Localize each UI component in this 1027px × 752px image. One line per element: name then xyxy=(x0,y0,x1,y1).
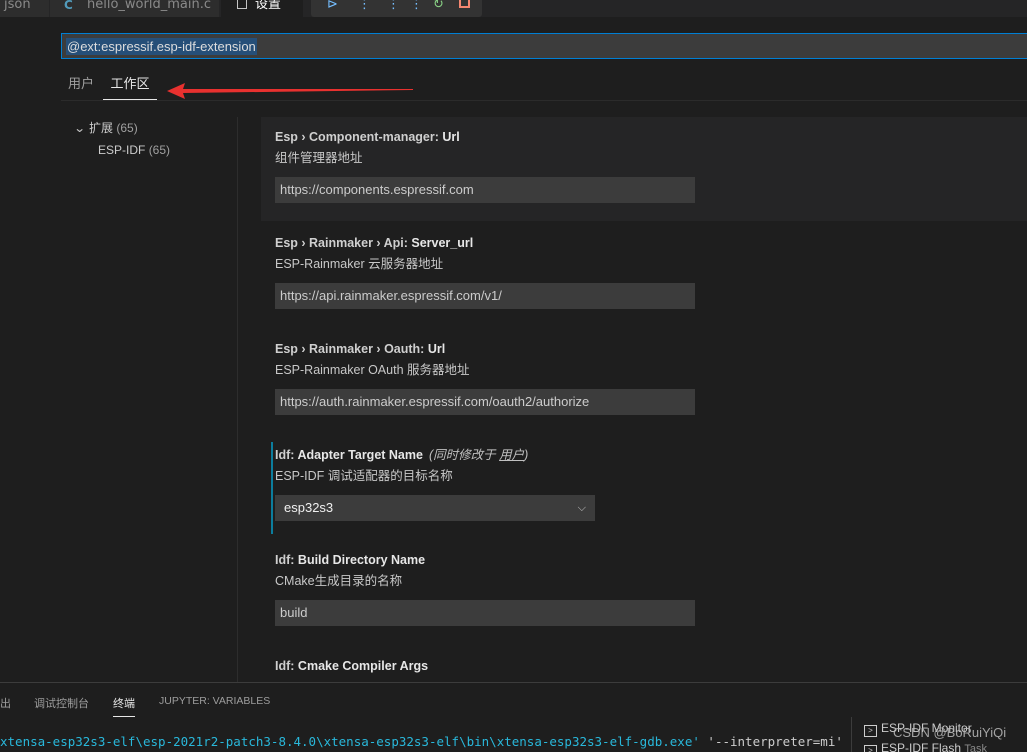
tab-workspace-settings[interactable]: 工作区 xyxy=(103,76,157,100)
continue-icon[interactable]: ⊳ xyxy=(327,0,338,11)
search-query: @ext:espressif.esp-idf-extension xyxy=(66,38,257,55)
setting-key: Adapter Target Name xyxy=(297,448,423,462)
tab-json-label: json xyxy=(4,0,31,12)
tab-hello-world-main[interactable]: C hello_world_main.c xyxy=(50,0,220,17)
panel-tab-debug-console[interactable]: 调试控制台 xyxy=(34,695,89,711)
setting-description: CMake生成目录的名称 xyxy=(275,574,403,588)
step-out-icon[interactable]: ⋮ xyxy=(410,0,423,11)
chevron-down-icon: ⌵ xyxy=(577,502,586,514)
rainmaker-server-url-input[interactable]: https://api.rainmaker.espressif.com/v1/ xyxy=(275,283,695,309)
terminal-arg: '--interpreter=mi' xyxy=(699,734,843,749)
setting-key: Url xyxy=(427,342,446,356)
setting-adapter-target-name: Idf: Adapter Target Name (同时修改于 用户) ESP-I… xyxy=(261,442,1027,538)
step-over-icon[interactable]: ⋮ xyxy=(358,0,371,11)
setting-title: Esp › Rainmaker › Oauth: Url xyxy=(275,341,445,357)
setting-category: Esp › Component-manager: xyxy=(275,130,443,144)
toc-esp-idf-label: ESP-IDF xyxy=(98,143,146,157)
setting-title: Idf: Build Directory Name xyxy=(275,552,425,568)
setting-category: Esp › Rainmaker › Api: xyxy=(275,236,412,250)
tab-user-settings[interactable]: 用户 xyxy=(68,76,94,100)
tab-hello-world-label: hello_world_main.c xyxy=(87,0,211,12)
terminal-icon: > xyxy=(864,725,877,737)
setting-description: ESP-IDF 调试适配器的目标名称 xyxy=(275,469,453,483)
adapter-target-select[interactable]: esp32s3 ⌵ xyxy=(275,495,595,521)
tab-settings[interactable]: 设置 xyxy=(221,0,303,17)
terminal-item-flash[interactable]: > ESP-IDF Flash Task xyxy=(864,741,987,752)
tab-settings-label: 设置 xyxy=(255,0,282,12)
modified-elsewhere-note: (同时修改于 用户) xyxy=(429,448,528,462)
toc-esp-idf-count: (65) xyxy=(148,143,171,157)
setting-cmake-compiler-args: Idf: Cmake Compiler Args xyxy=(261,646,1027,682)
restart-icon[interactable]: ↻ xyxy=(433,0,444,11)
build-directory-input[interactable]: build xyxy=(275,600,695,626)
setting-key: Build Directory Name xyxy=(297,553,426,567)
modified-in-user-link[interactable]: 用户 xyxy=(499,448,524,462)
toc-extensions[interactable]: ⌄ 扩展 (65) xyxy=(73,120,138,136)
panel-tab-output[interactable]: 出 xyxy=(0,695,11,711)
setting-description: ESP-Rainmaker OAuth 服务器地址 xyxy=(275,363,470,377)
setting-title: Esp › Rainmaker › Api: Server_url xyxy=(275,235,473,251)
scope-divider xyxy=(61,100,1027,101)
annotation-arrow-icon xyxy=(167,83,413,99)
chevron-down-icon: ⌄ xyxy=(73,121,86,135)
settings-file-icon xyxy=(237,0,247,9)
stop-icon[interactable] xyxy=(459,0,470,8)
tab-json-file[interactable]: json xyxy=(0,0,50,17)
setting-key: Cmake Compiler Args xyxy=(297,659,429,673)
setting-component-manager-url: Esp › Component-manager: Url 组件管理器地址 htt… xyxy=(261,117,1027,221)
setting-category: Idf: xyxy=(275,553,298,567)
terminal-item-sub: Task xyxy=(964,743,987,752)
toc-extensions-count: (65) xyxy=(116,121,138,135)
terminal-output-line: xtensa-esp32s3-elf\esp-2021r2-patch3-8.4… xyxy=(0,734,843,749)
editor-tab-bar: json C hello_world_main.c 设置 xyxy=(0,0,1027,17)
terminal-item-label: ESP-IDF Flash xyxy=(881,741,962,752)
panel-tab-terminal[interactable]: 终端 xyxy=(113,695,135,717)
setting-category: Idf: xyxy=(275,659,298,673)
panel-tab-jupyter-variables[interactable]: JUPYTER: VARIABLES xyxy=(159,695,270,707)
modified-note-prefix: (同时修改于 xyxy=(428,448,500,462)
setting-build-directory-name: Idf: Build Directory Name CMake生成目录的名称 b… xyxy=(261,540,1027,644)
setting-key: Server_url xyxy=(411,236,474,250)
setting-title: Idf: Adapter Target Name (同时修改于 用户) xyxy=(275,447,528,463)
rainmaker-oauth-url-input[interactable]: https://auth.rainmaker.espressif.com/oau… xyxy=(275,389,695,415)
terminal-icon: > xyxy=(864,745,877,752)
setting-rainmaker-api-server-url: Esp › Rainmaker › Api: Server_url ESP-Ra… xyxy=(261,223,1027,327)
watermark: CSDN @BoRuiYiQi xyxy=(893,725,1007,740)
toc-esp-idf[interactable]: ESP-IDF (65) xyxy=(98,142,170,158)
bottom-panel: 出 调试控制台 终端 JUPYTER: VARIABLES xtensa-esp… xyxy=(0,682,1027,752)
debug-toolbar: ⊳ ⋮ ⋮ ⋮ ↻ xyxy=(311,0,482,17)
modified-note-suffix: ) xyxy=(524,448,529,462)
setting-key: Url xyxy=(442,130,460,144)
step-into-icon[interactable]: ⋮ xyxy=(387,0,400,11)
setting-description: ESP-Rainmaker 云服务器地址 xyxy=(275,257,444,271)
setting-description: 组件管理器地址 xyxy=(275,151,363,165)
setting-category: Esp › Rainmaker › Oauth: xyxy=(275,342,428,356)
c-file-icon: C xyxy=(64,0,73,12)
adapter-target-value: esp32s3 xyxy=(284,500,334,515)
setting-title: Esp › Component-manager: Url xyxy=(275,129,460,145)
settings-search-input[interactable]: @ext:espressif.esp-idf-extension xyxy=(61,33,1027,59)
toc-divider xyxy=(237,117,238,682)
setting-category: Idf: xyxy=(275,448,298,462)
setting-rainmaker-oauth-url: Esp › Rainmaker › Oauth: Url ESP-Rainmak… xyxy=(261,329,1027,433)
setting-title: Idf: Cmake Compiler Args xyxy=(275,658,428,674)
component-manager-url-input[interactable]: https://components.espressif.com xyxy=(275,177,695,203)
terminal-path: xtensa-esp32s3-elf\esp-2021r2-patch3-8.4… xyxy=(0,734,700,749)
toc-extensions-label: 扩展 xyxy=(89,121,114,135)
